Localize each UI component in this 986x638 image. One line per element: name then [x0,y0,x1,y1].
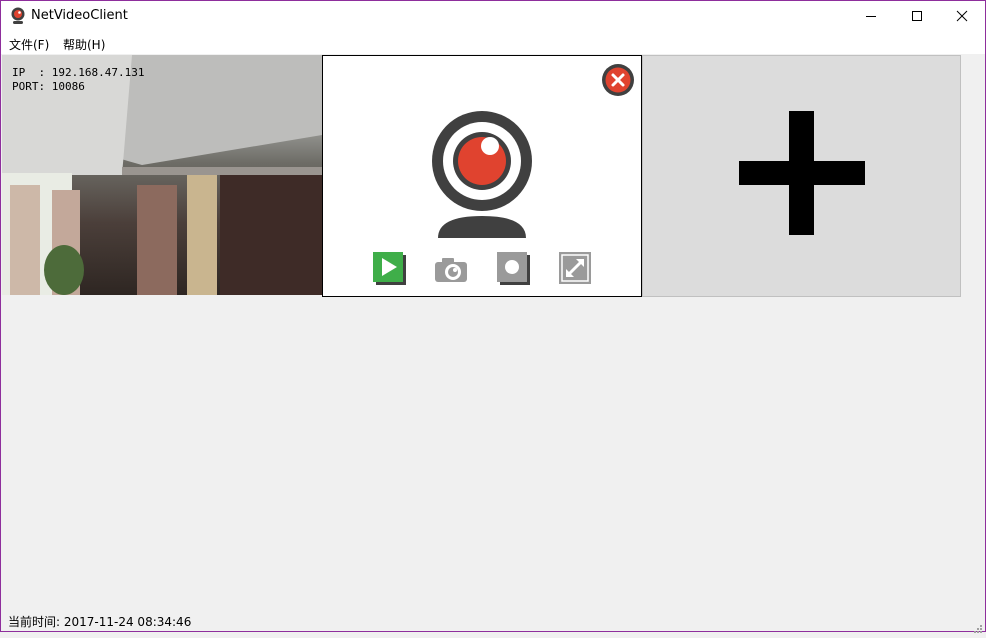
minimize-button[interactable] [848,1,894,32]
close-icon [956,7,968,26]
camera-video-view[interactable]: IP : 192.168.47.131 PORT: 10086 [2,55,322,295]
menu-bar: 文件(F) 帮助(H) [1,32,985,54]
record-button[interactable] [497,252,531,290]
minimize-icon [865,7,877,26]
app-webcam-icon [10,7,26,25]
status-time-label: 当前时间: [8,615,61,629]
snapshot-button[interactable] [434,256,468,288]
maximize-button[interactable] [894,1,940,32]
add-camera-panel[interactable] [642,55,961,297]
webcam-icon [431,111,533,245]
title-bar[interactable]: NetVideoClient [1,1,985,32]
remove-camera-button[interactable] [601,63,635,101]
status-time-value: 2017-11-24 08:34:46 [63,615,192,629]
camera-ip: IP : 192.168.47.131 [12,66,145,79]
menu-help[interactable]: 帮助(H) [63,36,105,53]
close-button[interactable] [939,1,985,32]
play-icon [373,252,406,285]
add-plus-icon [739,111,865,239]
fullscreen-icon [559,252,591,284]
record-icon [497,252,530,285]
play-button[interactable] [373,252,407,290]
menu-file[interactable]: 文件(F) [9,36,49,53]
resize-grip-icon[interactable] [973,619,983,633]
camera-info: IP : 192.168.47.131 PORT: 10086 [12,66,144,94]
snapshot-camera-icon [435,258,467,282]
maximize-icon [911,7,923,26]
camera-port: PORT: 10086 [12,80,85,93]
status-bar: 当前时间: 2017-11-24 08:34:46 [8,613,191,630]
close-icon [602,64,634,96]
fullscreen-button[interactable] [559,252,593,290]
window-title: NetVideoClient [31,8,128,23]
camera-control-panel [322,55,642,297]
main-window: NetVideoClient 文件(F) 帮助(H) IP: 192.168.… [0,0,986,633]
